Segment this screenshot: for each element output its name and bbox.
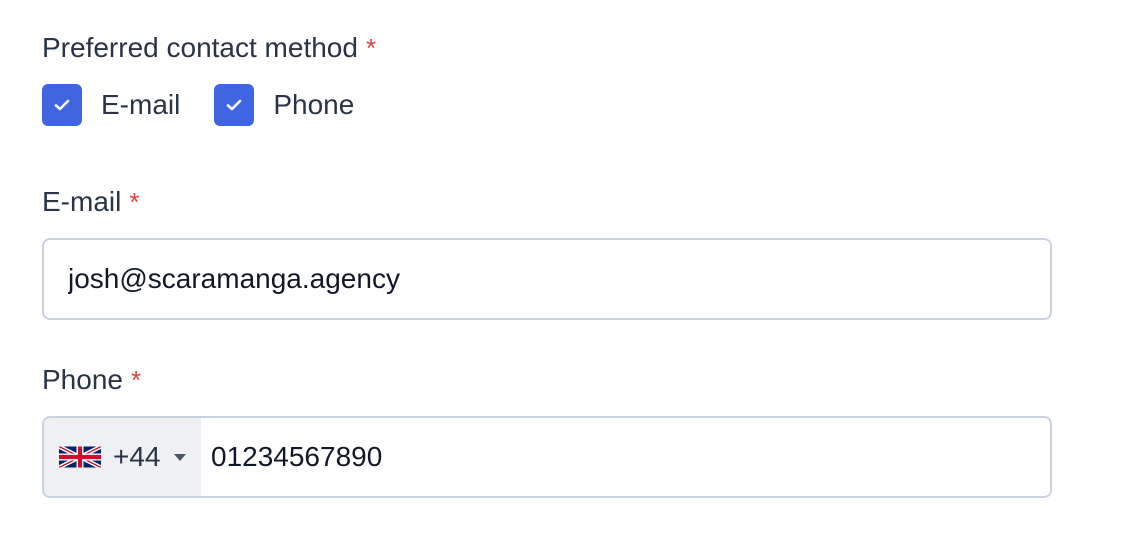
checkmark-icon <box>54 99 70 111</box>
required-marker: * <box>365 32 377 63</box>
email-option-label: E-mail <box>101 89 181 120</box>
phone-label: Phone * <box>42 362 141 398</box>
phone-field: +44 <box>42 416 1052 498</box>
phone-checkbox[interactable] <box>214 84 255 126</box>
contact-method-label: Preferred contact method * <box>42 30 376 66</box>
phone-option-label: Phone <box>273 89 355 120</box>
chevron-down-icon <box>173 453 186 461</box>
email-input[interactable] <box>42 238 1052 320</box>
country-code-select[interactable]: +44 <box>44 418 201 496</box>
phone-option[interactable]: Phone <box>214 84 354 126</box>
contact-method-label-text: Preferred contact method <box>42 32 358 63</box>
email-label: E-mail * <box>42 184 139 220</box>
email-option[interactable]: E-mail <box>42 84 180 126</box>
required-marker: * <box>129 186 140 217</box>
phone-label-text: Phone <box>42 364 123 395</box>
checkmark-icon <box>227 99 242 111</box>
uk-flag-icon <box>59 446 101 468</box>
email-label-text: E-mail <box>42 186 122 217</box>
contact-method-options: E-mail Phone <box>42 84 388 126</box>
phone-input[interactable] <box>201 418 1050 496</box>
required-marker: * <box>130 364 142 395</box>
email-checkbox[interactable] <box>42 84 82 126</box>
dial-code: +44 <box>113 441 161 472</box>
